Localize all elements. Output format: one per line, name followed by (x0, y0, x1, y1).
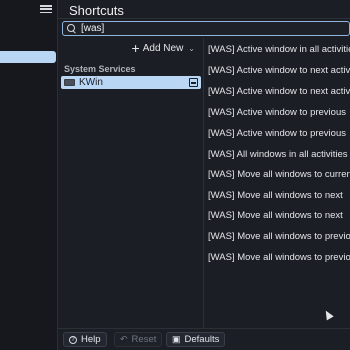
list-item[interactable]: [WAS] Active window to next activity (208, 86, 350, 97)
list-item-kwin[interactable]: KWin (61, 76, 201, 89)
list-item[interactable]: [WAS] Active window to next activity (208, 65, 350, 76)
help-label: Help (81, 334, 101, 345)
group-label: System Services (64, 64, 136, 74)
list-item[interactable]: [WAS] Move all windows to next (208, 210, 343, 221)
app-icon (64, 79, 75, 86)
list-item[interactable]: [WAS] Move all windows to previous (208, 231, 350, 242)
search-field[interactable]: [was] (62, 21, 350, 36)
chevron-down-icon: ⌄ (188, 43, 195, 53)
search-icon (67, 24, 76, 33)
add-new-button[interactable]: + Add New ⌄ (132, 41, 195, 55)
list-item[interactable]: [WAS] All windows in all activities (208, 149, 348, 160)
plus-icon: + (131, 40, 140, 56)
page-title: Shortcuts (69, 3, 124, 18)
list-item[interactable]: [WAS] Move all windows to previous (208, 252, 350, 263)
defaults-icon: ▣ (172, 334, 181, 344)
defaults-button[interactable]: ▣ Defaults (166, 332, 226, 347)
list-item[interactable]: [WAS] Move all windows to current (208, 169, 350, 180)
hamburger-menu-icon[interactable] (40, 3, 52, 15)
add-new-label: Add New (142, 42, 184, 54)
reset-label: Reset (131, 334, 157, 345)
list-item[interactable]: [WAS] Active window to previous (208, 128, 346, 139)
reset-button[interactable]: ↶ Reset (114, 332, 163, 347)
footer-bar: ? Help ↶ Reset ▣ Defaults (58, 328, 350, 350)
remove-icon[interactable] (189, 78, 198, 87)
header-divider (58, 18, 350, 19)
help-icon: ? (69, 335, 77, 344)
search-input[interactable]: [was] (81, 23, 104, 34)
defaults-label: Defaults (184, 334, 220, 345)
sidebar-item-shortcuts[interactable] (0, 51, 56, 63)
help-button[interactable]: ? Help (63, 332, 107, 347)
list-item[interactable]: [WAS] Move all windows to next (208, 190, 343, 201)
component-list: + Add New ⌄ System Services KWin (58, 38, 204, 328)
sidebar (0, 0, 58, 350)
undo-icon: ↶ (120, 334, 128, 344)
shortcut-list: [WAS] Active window in all activities [W… (204, 38, 350, 328)
list-item[interactable]: [WAS] Active window to previous (208, 107, 346, 118)
list-item[interactable]: [WAS] Active window in all activities (208, 44, 350, 55)
list-item-label: KWin (79, 77, 103, 88)
